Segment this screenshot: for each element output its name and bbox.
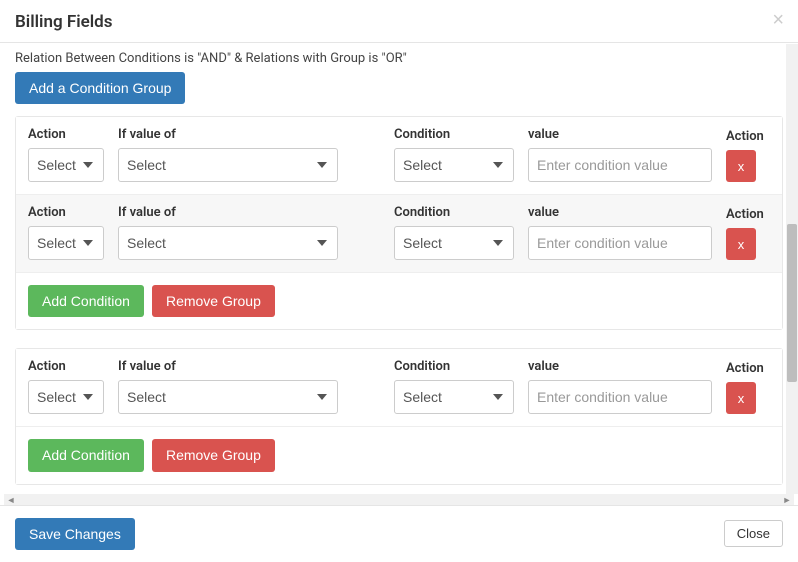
label-condition: Condition xyxy=(394,127,514,142)
relation-description: Relation Between Conditions is "AND" & R… xyxy=(15,51,783,66)
remove-group-button[interactable]: Remove Group xyxy=(152,439,275,471)
col-delete: Action x xyxy=(726,129,770,182)
condition-row: Action Select If value of Select Conditi… xyxy=(16,117,782,195)
ifvalue-select[interactable]: Select xyxy=(118,148,338,182)
delete-row-button[interactable]: x xyxy=(726,150,756,182)
add-condition-group-button[interactable]: Add a Condition Group xyxy=(15,72,185,104)
col-condition: Condition Select xyxy=(394,205,514,260)
label-condition: Condition xyxy=(394,205,514,220)
condition-row: Action Select If value of Select Conditi… xyxy=(16,349,782,427)
value-input[interactable] xyxy=(528,226,712,260)
close-button[interactable]: Close xyxy=(724,520,783,547)
label-ifvalue: If value of xyxy=(118,359,338,374)
col-condition: Condition Select xyxy=(394,127,514,182)
condition-row: Action Select If value of Select Conditi… xyxy=(16,195,782,273)
label-action: Action xyxy=(28,205,104,220)
col-ifvalue: If value of Select xyxy=(118,359,338,414)
col-action: Action Select xyxy=(28,205,104,260)
group-actions: Add Condition Remove Group xyxy=(16,273,782,329)
add-condition-button[interactable]: Add Condition xyxy=(28,439,144,471)
action-select[interactable]: Select xyxy=(28,380,104,414)
add-group-wrap: Add a Condition Group xyxy=(15,72,783,104)
label-action-btn: Action xyxy=(726,129,764,144)
scrollbar-thumb[interactable] xyxy=(787,224,797,382)
col-ifvalue: If value of Select xyxy=(118,127,338,182)
action-select[interactable]: Select xyxy=(28,226,104,260)
label-value: value xyxy=(528,359,712,374)
label-action: Action xyxy=(28,127,104,142)
ifvalue-select[interactable]: Select xyxy=(118,380,338,414)
close-icon[interactable]: × xyxy=(772,10,784,30)
value-input[interactable] xyxy=(528,380,712,414)
remove-group-button[interactable]: Remove Group xyxy=(152,285,275,317)
value-input[interactable] xyxy=(528,148,712,182)
condition-group: Action Select If value of Select Conditi… xyxy=(15,116,783,330)
scroll-left-icon[interactable]: ◄ xyxy=(6,495,16,505)
condition-select[interactable]: Select xyxy=(394,380,514,414)
col-delete: Action x xyxy=(726,361,770,414)
col-value: value xyxy=(528,127,712,182)
group-actions: Add Condition Remove Group xyxy=(16,427,782,483)
action-select[interactable]: Select xyxy=(28,148,104,182)
col-ifvalue: If value of Select xyxy=(118,205,338,260)
modal-title: Billing Fields xyxy=(15,12,783,32)
col-condition: Condition Select xyxy=(394,359,514,414)
label-action-btn: Action xyxy=(726,361,764,376)
label-action-btn: Action xyxy=(726,207,764,222)
label-value: value xyxy=(528,127,712,142)
condition-select[interactable]: Select xyxy=(394,226,514,260)
modal-body: Relation Between Conditions is "AND" & R… xyxy=(0,43,798,503)
label-ifvalue: If value of xyxy=(118,127,338,142)
label-action: Action xyxy=(28,359,104,374)
condition-group: Action Select If value of Select Conditi… xyxy=(15,348,783,484)
condition-select[interactable]: Select xyxy=(394,148,514,182)
modal-header: Billing Fields × xyxy=(0,0,798,43)
label-value: value xyxy=(528,205,712,220)
col-action: Action Select xyxy=(28,359,104,414)
add-condition-button[interactable]: Add Condition xyxy=(28,285,144,317)
label-ifvalue: If value of xyxy=(118,205,338,220)
modal-footer: Save Changes Close xyxy=(0,505,798,562)
col-value: value xyxy=(528,359,712,414)
col-delete: Action x xyxy=(726,207,770,260)
col-value: value xyxy=(528,205,712,260)
ifvalue-select[interactable]: Select xyxy=(118,226,338,260)
delete-row-button[interactable]: x xyxy=(726,228,756,260)
scroll-right-icon[interactable]: ► xyxy=(782,495,792,505)
vertical-scrollbar[interactable] xyxy=(786,44,798,494)
save-changes-button[interactable]: Save Changes xyxy=(15,518,135,550)
col-action: Action Select xyxy=(28,127,104,182)
label-condition: Condition xyxy=(394,359,514,374)
delete-row-button[interactable]: x xyxy=(726,382,756,414)
